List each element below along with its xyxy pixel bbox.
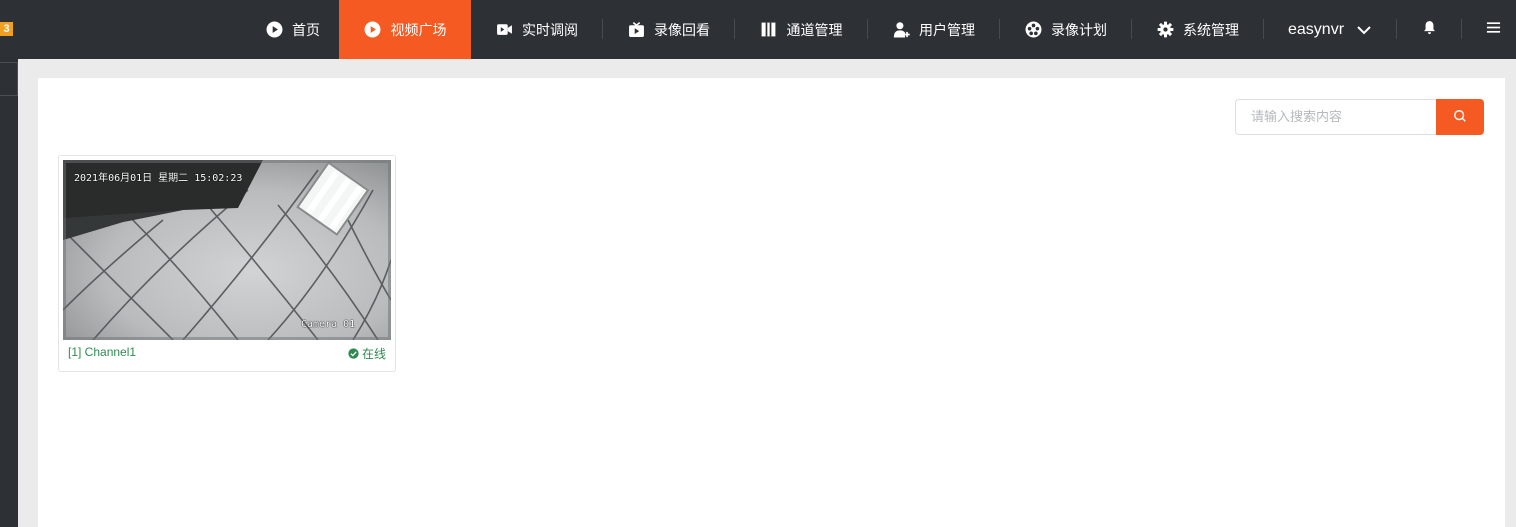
nav-divider [1396, 19, 1397, 39]
channel-card[interactable]: 2021年06月01日 星期二 15:02:23 Camera 01 [1] C… [58, 155, 396, 372]
check-circle-icon [348, 348, 362, 359]
nav-divider [1263, 19, 1264, 39]
user-plus-icon [892, 21, 910, 39]
nav-label: 用户管理 [919, 22, 975, 39]
nav-record-plan[interactable]: 录像计划 [1000, 0, 1131, 59]
camera-snapshot [63, 160, 391, 340]
username: easynvr [1288, 20, 1345, 38]
logo-badge: 3 [0, 22, 13, 36]
nav-playback[interactable]: 录像回看 [603, 0, 734, 59]
hamburger-icon [1486, 20, 1501, 39]
bell-icon [1422, 20, 1437, 39]
osd-camera-label: Camera 01 [301, 319, 356, 330]
channel-status: 在线 [348, 345, 386, 362]
nav-divider [1461, 19, 1462, 39]
play-circle-icon [364, 21, 382, 39]
search-button[interactable] [1436, 99, 1484, 135]
video-camera-icon [495, 21, 513, 39]
nav-users[interactable]: 用户管理 [868, 0, 999, 59]
nav-home[interactable]: 首页 [246, 0, 339, 59]
channel-thumbnail[interactable]: 2021年06月01日 星期二 15:02:23 Camera 01 [63, 160, 391, 340]
search-bar [1235, 99, 1484, 135]
nav-live-view[interactable]: 实时调阅 [471, 0, 602, 59]
nav-label: 录像计划 [1051, 22, 1107, 39]
top-navbar: 3 首页 视频广场 实时调阅 录像回看 通道管理 用户管理 录像计划 系统管理 … [0, 0, 1516, 59]
osd-datetime: 2021年06月01日 星期二 15:02:23 [74, 173, 243, 184]
nav-channels[interactable]: 通道管理 [735, 0, 867, 59]
channel-name[interactable]: [1] Channel1 [68, 345, 136, 359]
search-input[interactable] [1235, 99, 1437, 135]
play-circle-icon [265, 21, 283, 39]
user-menu[interactable]: easynvr [1275, 0, 1389, 59]
film-reel-icon [1024, 21, 1042, 39]
nav-system[interactable]: 系统管理 [1132, 0, 1263, 59]
menu-button[interactable] [1474, 0, 1512, 59]
nav-label: 通道管理 [786, 22, 843, 39]
search-icon [1453, 108, 1467, 127]
nav-label: 实时调阅 [522, 22, 578, 39]
nav-label: 系统管理 [1183, 22, 1239, 39]
tv-play-icon [627, 21, 645, 39]
nav-video-square[interactable]: 视频广场 [339, 0, 471, 59]
nav-label: 录像回看 [654, 22, 710, 39]
nav-label: 首页 [292, 22, 320, 39]
sidebar-toggle[interactable] [0, 62, 18, 96]
nav-label: 视频广场 [390, 22, 447, 39]
gear-icon [1156, 21, 1174, 39]
notification-button[interactable] [1410, 0, 1448, 59]
chevron-down-icon [1356, 22, 1372, 38]
status-text: 在线 [361, 347, 386, 361]
columns-icon [760, 21, 778, 39]
sidebar-collapsed [0, 59, 18, 527]
